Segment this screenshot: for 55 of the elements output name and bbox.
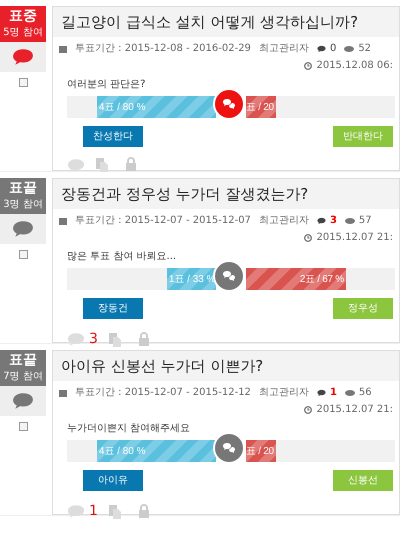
poll-title: 장동건과 정우성 누가더 잘생겼는가? bbox=[53, 179, 399, 209]
post-date: 2015.12.08 06: bbox=[316, 59, 393, 73]
comment-icon bbox=[316, 388, 326, 396]
copy-icon[interactable] bbox=[108, 332, 122, 348]
comment-count: 3 bbox=[330, 214, 337, 228]
author-name: 최고관리자 bbox=[258, 42, 309, 56]
poll-question: 여러분의 판단은? bbox=[66, 78, 146, 92]
poll-title: 아이유 신봉선 누가더 이쁜가? bbox=[53, 351, 399, 381]
comment-icon bbox=[316, 44, 326, 52]
chat-circle-icon bbox=[213, 260, 245, 292]
lock-icon[interactable] bbox=[125, 157, 137, 171]
vote-bar-fill: 4표 / 80 % bbox=[96, 440, 216, 462]
status-badge: 표중 5명 참여 bbox=[0, 6, 46, 42]
vote-period: 투표기간 : 2015-12-08 - 2016-02-29 bbox=[75, 42, 251, 56]
clock-icon bbox=[304, 62, 312, 70]
view-count: 52 bbox=[358, 42, 372, 56]
author-name: 최고관리자 bbox=[258, 386, 309, 400]
poll-question: 많은 투표 참여 바뢰요... bbox=[66, 250, 178, 264]
vote-period: 투표기간 : 2015-12-07 - 2015-12-12 bbox=[75, 386, 251, 400]
comment-count: 3 bbox=[89, 330, 98, 349]
status-badge: 표끝 7명 참여 bbox=[0, 350, 46, 386]
chat-circle-icon bbox=[213, 432, 245, 464]
checkbox[interactable] bbox=[18, 78, 28, 87]
lock-icon[interactable] bbox=[138, 504, 150, 518]
post-date: 2015.12.07 21: bbox=[316, 231, 393, 245]
speech-bubble-icon bbox=[12, 48, 34, 66]
view-count: 57 bbox=[358, 214, 372, 228]
poll-title: 길고양이 급식소 설치 어떻게 생각하십니까? bbox=[53, 7, 399, 37]
checkbox[interactable] bbox=[18, 422, 28, 431]
vote-button[interactable]: 찬성한다 bbox=[83, 126, 143, 147]
comment-count: 0 bbox=[330, 42, 336, 56]
comment-count: 1 bbox=[330, 386, 337, 400]
vote-period: 투표기간 : 2015-12-07 - 2015-12-07 bbox=[75, 214, 251, 228]
speech-bubble-icon bbox=[12, 220, 34, 238]
checkbox[interactable] bbox=[18, 250, 28, 259]
status-badge: 표끝 3명 참여 bbox=[0, 178, 46, 214]
copy-icon[interactable] bbox=[95, 157, 109, 173]
clock-icon bbox=[304, 234, 312, 242]
vote-bar-fill: 표 / 20 bbox=[246, 96, 276, 118]
copy-icon[interactable] bbox=[108, 504, 122, 520]
comment-count: 1 bbox=[89, 502, 98, 521]
view-count: 56 bbox=[358, 386, 372, 400]
vote-bar-fill: 4표 / 80 % bbox=[96, 96, 216, 118]
lock-icon[interactable] bbox=[138, 332, 150, 346]
vote-bar-fill: 표 / 20 bbox=[246, 440, 276, 462]
poll-question: 누가더이쁜지 참여해주세요 bbox=[66, 422, 192, 436]
vote-button[interactable]: 장동건 bbox=[83, 298, 143, 319]
vote-bar-fill: 2표 / 67 % bbox=[246, 268, 346, 290]
clock-icon bbox=[304, 406, 312, 414]
chat-circle-icon bbox=[213, 88, 245, 120]
author-name: 최고관리자 bbox=[258, 214, 309, 228]
vote-button[interactable]: 아이유 bbox=[83, 470, 143, 491]
comment-icon bbox=[316, 216, 326, 224]
post-date: 2015.12.07 21: bbox=[316, 403, 393, 417]
speech-bubble-icon bbox=[12, 392, 34, 410]
